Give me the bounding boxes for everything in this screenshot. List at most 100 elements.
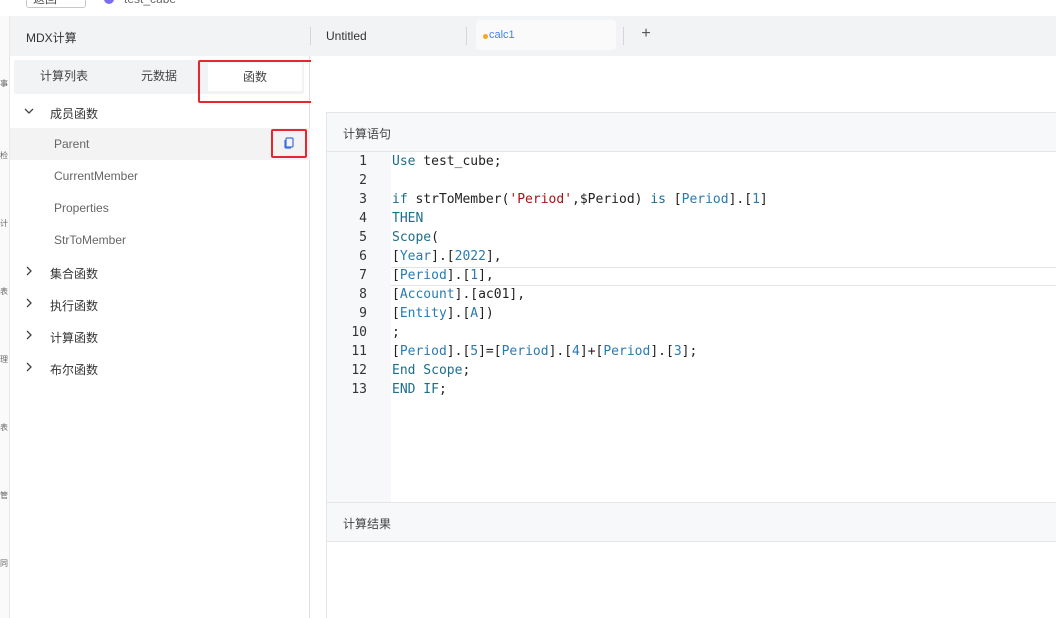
code-token: ].[ xyxy=(431,249,455,264)
highlight-box xyxy=(271,129,307,158)
code-token: [ xyxy=(392,344,400,359)
page-title: MDX计算 xyxy=(26,31,77,45)
line-number: 5 xyxy=(359,230,367,245)
tab-calc1[interactable]: calc1 xyxy=(476,20,616,50)
code-token: strToMember( xyxy=(407,192,510,207)
group-label: 布尔函数 xyxy=(50,363,99,377)
list-item-currentmember[interactable]: CurrentMember xyxy=(10,160,310,192)
code-line: THEN xyxy=(392,211,423,226)
line-number: 1 xyxy=(359,154,367,169)
code-line: [Entity].[A]) xyxy=(392,306,494,321)
app-nav-item[interactable]: 计 xyxy=(0,218,10,229)
line-number: 6 xyxy=(359,249,367,264)
back-button[interactable]: 返回 xyxy=(26,0,86,8)
code-token: End Scope xyxy=(392,363,463,378)
code-token: ].[ xyxy=(446,268,471,283)
top-strip: 返回 test_cube xyxy=(0,0,1056,16)
tab-untitled[interactable]: Untitled xyxy=(326,29,367,43)
code-token: Account xyxy=(399,287,455,302)
code-token: Period xyxy=(399,268,447,283)
code-token: 1 xyxy=(470,268,479,283)
code-line: [Period].[1], xyxy=(392,268,494,283)
code-line: Scope( xyxy=(392,230,439,245)
code-token: ].[ xyxy=(446,344,471,359)
code-token: ]+[ xyxy=(579,344,604,359)
function-name: Properties xyxy=(54,201,109,215)
chevron-down-icon xyxy=(24,108,34,114)
section-title: 计算语句 xyxy=(343,127,392,141)
function-name: StrToMember xyxy=(54,233,127,247)
code-token: ( xyxy=(431,230,439,245)
tab-label: calc1 xyxy=(489,29,515,41)
code-token: END IF xyxy=(392,382,439,397)
line-number: 12 xyxy=(351,363,367,378)
app-nav-item[interactable]: 管 xyxy=(0,490,10,501)
line-number: 8 xyxy=(359,287,367,302)
code-token: if xyxy=(392,192,408,207)
line-number: 3 xyxy=(359,192,367,207)
toolbar-area xyxy=(311,56,1056,112)
line-number: 7 xyxy=(359,268,367,283)
line-number-gutter: 1 2 3 4 5 6 7 8 9 10 11 12 13 xyxy=(327,152,391,502)
code-line: [Year].[2022], xyxy=(392,249,502,264)
code-token: ]; xyxy=(681,344,698,359)
line-number: 10 xyxy=(351,325,367,340)
code-token: ].[ xyxy=(650,344,674,359)
function-name: CurrentMember xyxy=(54,169,139,183)
app-nav-item[interactable]: 检 xyxy=(0,150,10,161)
group-member-functions[interactable]: 成员函数 xyxy=(10,100,310,124)
add-tab-button[interactable]: + xyxy=(638,25,654,43)
group-exec-functions[interactable]: 执行函数 xyxy=(10,292,310,316)
group-calc-functions[interactable]: 计算函数 xyxy=(10,324,310,348)
code-token: 4 xyxy=(572,344,580,359)
code-token: ,$Period) xyxy=(572,192,651,207)
group-label: 计算函数 xyxy=(50,331,99,345)
app-nav-item[interactable]: 理 xyxy=(0,354,10,365)
list-item-strtomember[interactable]: StrToMember xyxy=(10,224,310,256)
code-token: [ xyxy=(392,306,400,321)
editor-panel: 计算语句 1 2 3 4 5 6 7 8 9 10 11 12 13 Use test_cube; if … xyxy=(326,112,1056,618)
list-item-parent[interactable]: Parent xyxy=(10,128,310,160)
code-token: [ xyxy=(392,268,400,283)
group-label: 集合函数 xyxy=(50,267,99,281)
code-token: 1 xyxy=(752,192,760,207)
code-token: is xyxy=(650,192,666,207)
tab-metadata[interactable]: 元数据 xyxy=(114,60,204,94)
code-token: ].[ xyxy=(446,306,471,321)
code-line: End Scope; xyxy=(392,363,470,378)
divider xyxy=(623,27,624,45)
app-side-nav: 事 检 计 表 理 表 管 同 xyxy=(0,16,10,618)
line-number: 4 xyxy=(359,211,367,226)
code-token: Period xyxy=(501,344,549,359)
code-line: END IF; xyxy=(392,382,447,397)
code-token: 3 xyxy=(673,344,682,359)
line-number: 9 xyxy=(359,306,367,321)
code-token: Use xyxy=(392,154,416,169)
group-label: 成员函数 xyxy=(50,107,99,121)
code-line: ; xyxy=(392,325,400,340)
code-line: [Period].[5]=[Period].[4]+[Period].[3]; xyxy=(392,344,697,359)
group-boolean-functions[interactable]: 布尔函数 xyxy=(10,356,310,380)
app-nav-item[interactable]: 同 xyxy=(0,558,10,569)
app-nav-item[interactable]: 表 xyxy=(0,286,10,297)
code-token: Entity xyxy=(399,306,447,321)
chevron-right-icon xyxy=(26,266,32,276)
app-nav-item[interactable]: 表 xyxy=(0,422,10,433)
tab-calc-list[interactable]: 计算列表 xyxy=(14,60,114,94)
chevron-right-icon xyxy=(26,362,32,372)
code-token: [ xyxy=(392,287,400,302)
code-token: ]=[ xyxy=(478,344,502,359)
code-token: ], xyxy=(478,268,494,283)
cube-name: test_cube xyxy=(124,0,176,6)
code-token: Year xyxy=(399,249,432,264)
code-line: Use test_cube; xyxy=(392,154,502,169)
code-editor[interactable]: Use test_cube; if strToMember('Period',$P… xyxy=(391,152,1056,502)
chevron-right-icon xyxy=(26,330,32,340)
app-nav-item[interactable]: 事 xyxy=(0,78,10,89)
code-token: THEN xyxy=(392,211,424,226)
group-set-functions[interactable]: 集合函数 xyxy=(10,260,310,284)
code-token: ] xyxy=(759,192,768,207)
line-number: 13 xyxy=(351,382,367,397)
result-header: 计算结果 xyxy=(327,502,1056,542)
list-item-properties[interactable]: Properties xyxy=(10,192,310,224)
